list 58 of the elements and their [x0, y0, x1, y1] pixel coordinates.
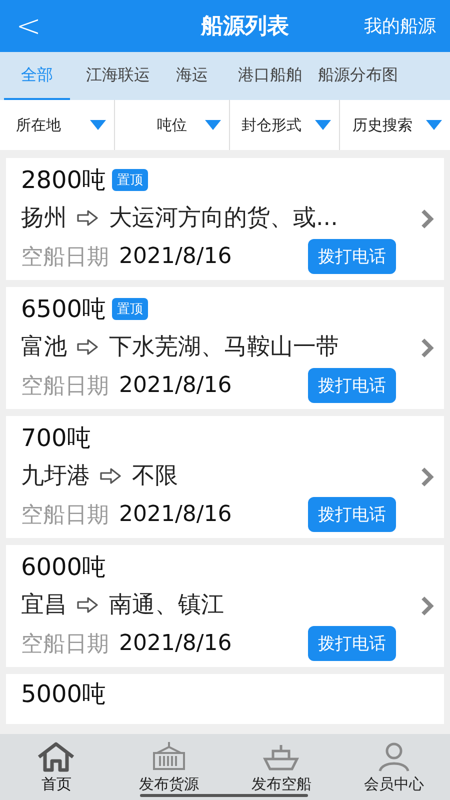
nav-item[interactable]: 发布空船	[225, 734, 338, 800]
nav-item[interactable]: 发布货源	[112, 734, 225, 800]
filter-label: 所在地	[16, 116, 61, 134]
chevron-icon	[420, 337, 434, 359]
destination: 大运河方向的货、或...	[109, 204, 338, 233]
chevron-icon	[420, 466, 434, 488]
destination: 南通、镇江	[109, 591, 224, 620]
arrow-icon	[100, 468, 122, 484]
tonnage: 700吨	[21, 423, 91, 454]
nav-item[interactable]: 会员中心	[338, 734, 450, 800]
empty-date: 2021/8/16	[119, 502, 232, 527]
tonnage: 5000吨	[21, 679, 106, 710]
chevron-icon	[420, 595, 434, 617]
home-icon	[36, 740, 76, 772]
dropdown-icon	[204, 120, 220, 130]
nav-item[interactable]: 首页	[0, 734, 112, 800]
origin: 宜昌	[21, 591, 67, 620]
tab[interactable]: 船源分布图	[310, 52, 406, 100]
filter-dropdown[interactable]: 历史搜索	[340, 100, 450, 150]
tab[interactable]: 海运	[168, 52, 216, 100]
dropdown-icon	[315, 120, 332, 130]
tonnage: 6000吨	[21, 552, 106, 583]
date-label: 空船日期	[21, 244, 109, 272]
pinned-badge: 置顶	[112, 298, 148, 320]
tab[interactable]: 江海联运	[78, 52, 158, 100]
date-label: 空船日期	[21, 502, 109, 530]
filter-dropdown[interactable]: 封仓形式	[230, 100, 340, 150]
empty-date: 2021/8/16	[119, 373, 232, 398]
date-label: 空船日期	[21, 630, 109, 658]
date-label: 空船日期	[21, 372, 109, 400]
filter-dropdown[interactable]: 所在地	[0, 100, 115, 150]
origin: 九圩港	[21, 462, 90, 491]
ship-card[interactable]: 5000吨	[6, 674, 444, 724]
empty-date: 2021/8/16	[119, 244, 232, 269]
empty-date: 2021/8/16	[119, 631, 232, 656]
ship-card[interactable]: 2800吨 置顶 扬州 大运河方向的货、或... 空船日期 2021/8/16 拨打电话	[6, 158, 444, 280]
filter-label: 封仓形式	[242, 116, 302, 134]
arrow-icon	[77, 596, 99, 612]
page-title: 船源列表	[201, 13, 289, 41]
tab[interactable]: 港口船舶	[230, 52, 310, 100]
arrow-icon	[77, 338, 99, 354]
dropdown-icon	[426, 120, 442, 130]
destination: 下水芜湖、马鞍山一带	[109, 333, 339, 362]
ship-card[interactable]: 700吨 九圩港 不限 空船日期 2021/8/16 拨打电话	[6, 416, 444, 538]
ship-card[interactable]: 6500吨 置顶 富池 下水芜湖、马鞍山一带 空船日期 2021/8/16 拨打电话	[6, 287, 444, 409]
origin: 富池	[21, 333, 67, 362]
tonnage: 2800吨	[21, 165, 106, 196]
filter-label: 历史搜索	[352, 116, 412, 134]
ship-card[interactable]: 6000吨 宜昌 南通、镇江 空船日期 2021/8/16 拨打电话	[6, 545, 444, 667]
arrow-icon	[77, 210, 99, 226]
tonnage: 6500吨	[21, 294, 106, 325]
filter-dropdown[interactable]: 吨位	[114, 100, 230, 150]
origin: 扬州	[21, 204, 67, 233]
pinned-badge: 置顶	[112, 169, 148, 191]
filter-label: 吨位	[156, 116, 187, 134]
destination: 不限	[132, 462, 178, 491]
dropdown-icon	[90, 120, 106, 130]
chevron-icon	[420, 208, 434, 230]
